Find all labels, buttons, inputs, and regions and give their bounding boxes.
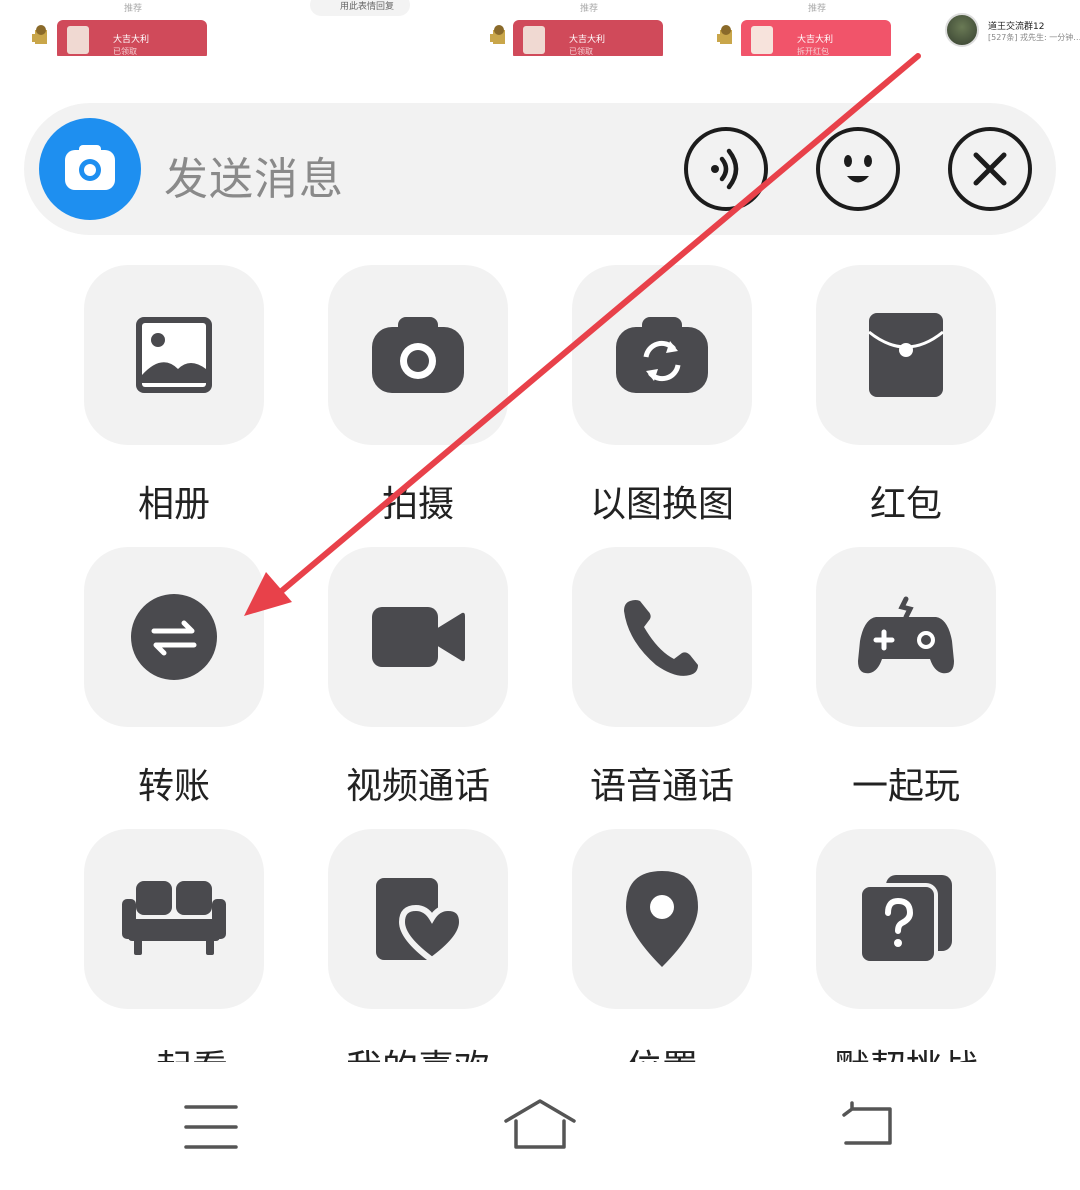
tool-tile[interactable]: [84, 265, 264, 445]
album-icon: [136, 317, 212, 393]
tool-watch-together[interactable]: 一起看: [84, 829, 264, 1062]
favorites-icon: [376, 878, 466, 964]
sticker-icon: [32, 25, 47, 44]
menu-button[interactable]: [172, 1095, 252, 1155]
smiley-icon: [844, 155, 872, 183]
tool-label: 转账: [137, 766, 210, 807]
message-input[interactable]: 发送消息: [164, 143, 344, 207]
tool-tacit-challenge[interactable]: 默契挑战: [816, 829, 996, 1062]
menu-icon: [184, 1105, 238, 1149]
sticker-icon: [717, 25, 732, 44]
close-panel-button[interactable]: [948, 127, 1032, 211]
tool-tile[interactable]: [572, 265, 752, 445]
transfer-icon: [131, 594, 217, 680]
tool-tile[interactable]: [328, 265, 508, 445]
tool-image-swap[interactable]: 以图换图: [572, 265, 752, 525]
tool-label: 位置: [532, 1039, 792, 1062]
tool-label: 以图换图: [589, 484, 734, 525]
tool-tile[interactable]: [84, 547, 264, 727]
red-packet-title: 大吉大利: [569, 35, 606, 45]
video-call-icon: [372, 607, 465, 667]
tool-label: 拍摄: [381, 484, 454, 525]
tools-panel: 相册 拍摄 以图换图 红包 转账 视频通话 语音通话 一起玩: [0, 240, 1080, 1062]
tool-voice-call[interactable]: 语音通话: [572, 547, 752, 807]
group-name: 道王交流群12: [988, 22, 1045, 32]
back-icon: [842, 1101, 892, 1145]
group-last-message: [527条] 戎先生: 一分钟……: [988, 33, 1080, 42]
red-packet-title: 大吉大利: [797, 35, 834, 45]
envelope-icon: [523, 26, 545, 54]
tool-tile[interactable]: [328, 829, 508, 1009]
tool-tile[interactable]: [572, 547, 752, 727]
tool-tile[interactable]: [816, 547, 996, 727]
tool-red-packet[interactable]: 红包: [816, 265, 996, 525]
tool-tile[interactable]: [328, 547, 508, 727]
red-packet-message[interactable]: 大吉大利 已领取: [57, 20, 207, 56]
tool-label: 相册: [137, 484, 210, 525]
red-packet-message[interactable]: 大吉大利 已领取: [513, 20, 663, 56]
recommend-label: 推荐: [124, 4, 143, 14]
envelope-icon: [751, 26, 773, 54]
tool-label: 一起看: [44, 1039, 304, 1062]
close-icon: [973, 152, 1007, 186]
tool-album[interactable]: 相册: [84, 265, 264, 525]
recommend-label: 推荐: [808, 4, 827, 14]
phone-icon: [624, 600, 698, 676]
envelope-icon: [67, 26, 89, 54]
question-cards-icon: [858, 875, 952, 965]
camera-icon: [372, 317, 464, 393]
tool-my-favorites[interactable]: 我的喜欢: [328, 829, 508, 1062]
emoji-button[interactable]: [816, 127, 900, 211]
red-packet-message[interactable]: 大吉大利 拆开红包: [741, 20, 891, 56]
home-icon: [504, 1099, 576, 1149]
sticker-icon: [490, 25, 505, 44]
tool-transfer[interactable]: 转账: [84, 547, 264, 807]
image-swap-icon: [616, 317, 708, 393]
group-avatar[interactable]: [945, 13, 979, 47]
camera-button[interactable]: [39, 118, 141, 220]
tool-tile[interactable]: [816, 265, 996, 445]
tool-camera[interactable]: 拍摄: [328, 265, 508, 525]
tool-location[interactable]: 位置: [572, 829, 752, 1062]
red-packet-status: 已领取: [113, 47, 137, 56]
location-pin-icon: [626, 871, 698, 967]
red-packet-status: 已领取: [569, 47, 593, 56]
gamepad-icon: [858, 596, 954, 674]
tool-label: 视频通话: [345, 766, 490, 807]
camera-icon: [65, 145, 115, 190]
tool-label: 一起玩: [851, 766, 960, 807]
tool-label: 默契挑战: [776, 1039, 1036, 1062]
red-packet-title: 大吉大利: [113, 35, 150, 45]
system-navigation-bar: [0, 1065, 1080, 1190]
message-input-bar: 发送消息: [24, 103, 1056, 235]
tool-label: 我的喜欢: [288, 1039, 548, 1062]
back-button[interactable]: [830, 1095, 910, 1155]
red-packet-status: 拆开红包: [797, 47, 829, 56]
home-button[interactable]: [500, 1095, 580, 1155]
tool-tile[interactable]: [84, 829, 264, 1009]
red-packet-icon: [868, 313, 944, 397]
recommend-label: 推荐: [580, 4, 599, 14]
sofa-icon: [122, 881, 226, 955]
tool-label: 红包: [869, 484, 942, 525]
tool-tile[interactable]: [816, 829, 996, 1009]
chat-history-strip: 推荐 推荐 推荐 大吉大利 已领取 用此表情回复 大吉大利 已领取 大吉大利 拆…: [0, 0, 1080, 56]
tool-tile[interactable]: [572, 829, 752, 1009]
pill-label: 用此表情回复: [340, 2, 395, 12]
tool-video-call[interactable]: 视频通话: [328, 547, 508, 807]
voice-button[interactable]: [684, 127, 768, 211]
voice-wave-icon: [711, 148, 739, 190]
tool-play-together[interactable]: 一起玩: [816, 547, 996, 807]
reply-with-sticker-pill[interactable]: 用此表情回复: [310, 0, 410, 16]
tool-label: 语音通话: [589, 766, 734, 807]
